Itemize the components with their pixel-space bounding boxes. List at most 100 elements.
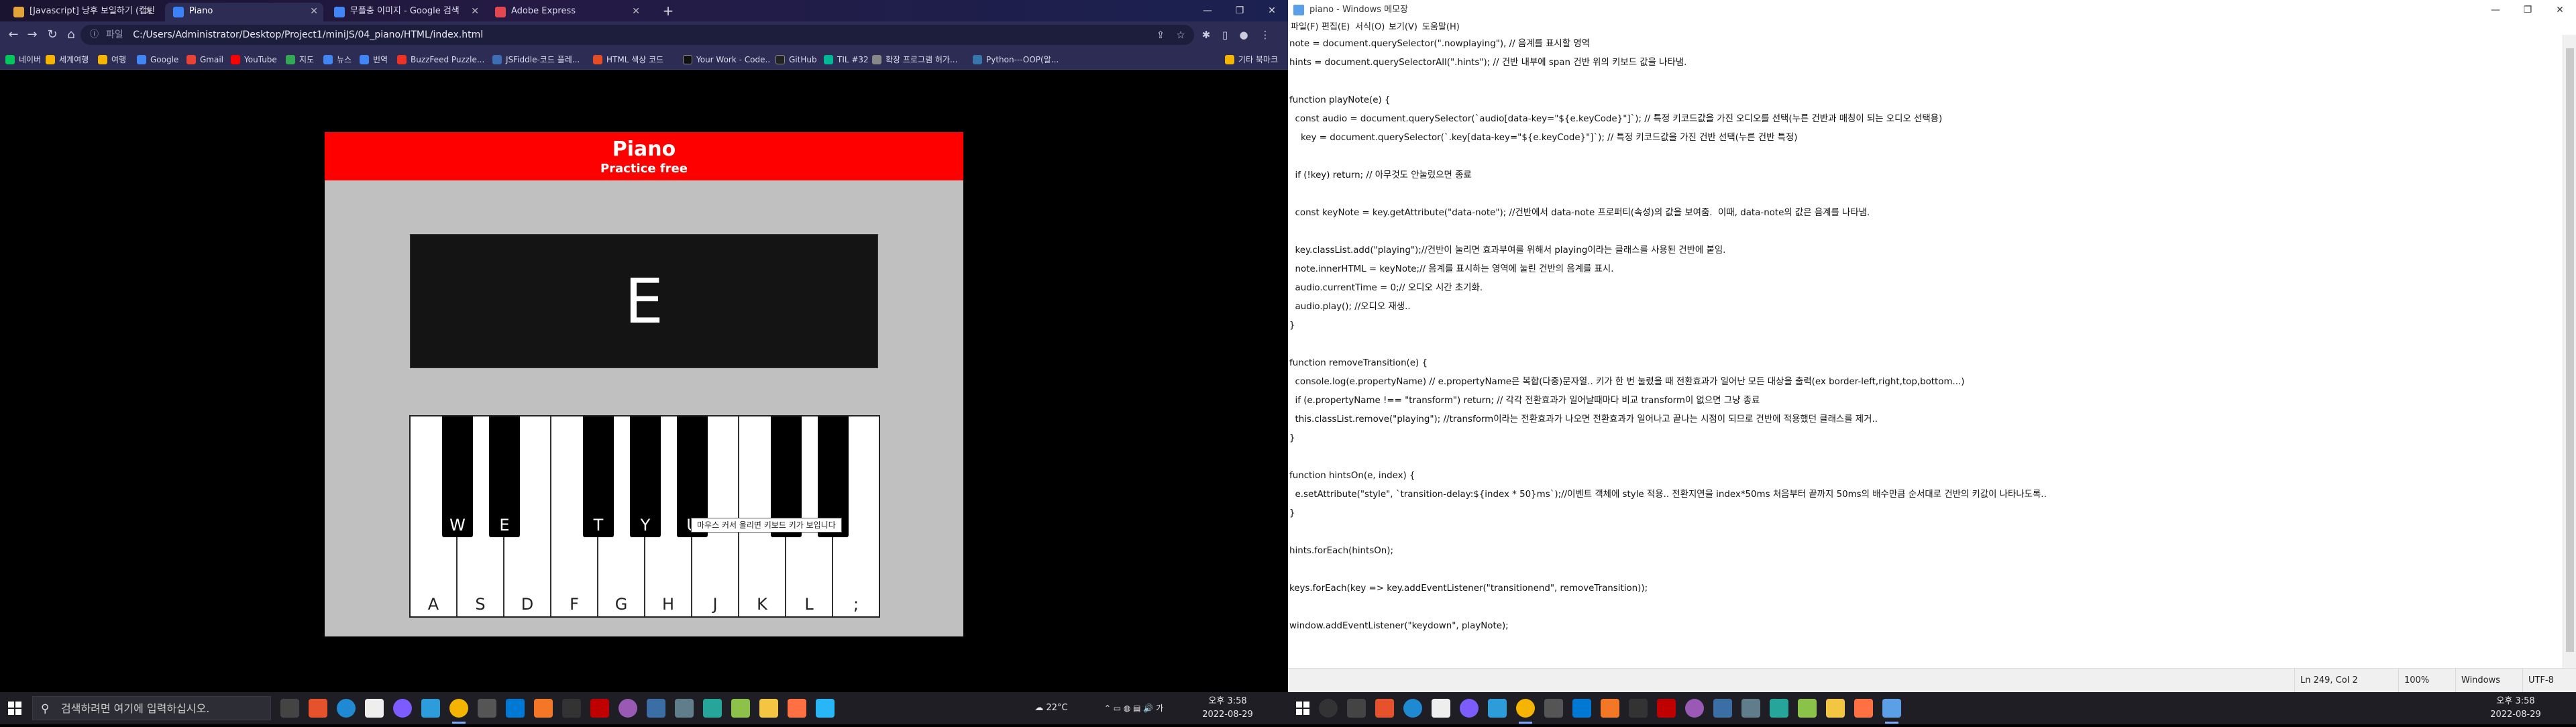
bookmark-item[interactable]: 뉴스 <box>323 54 352 66</box>
windows-start-icon[interactable] <box>8 702 21 715</box>
filezilla-icon[interactable] <box>1657 699 1676 718</box>
clock[interactable]: 오후 3:58 2022-08-29 <box>2482 695 2549 727</box>
close-icon[interactable]: ✕ <box>471 3 479 20</box>
menu-edit[interactable]: 편집(E) <box>1322 21 1350 34</box>
bookmark-item[interactable]: Google <box>137 54 178 66</box>
extensions-icon[interactable]: ✱ <box>1198 27 1214 43</box>
black-key[interactable]: T <box>583 416 614 537</box>
search-icon[interactable] <box>1319 699 1338 718</box>
close-icon[interactable]: ✕ <box>310 3 318 20</box>
tab-google-search[interactable]: 무플충 이미지 - Google 검색 ✕ <box>326 3 484 21</box>
app-icon[interactable] <box>647 699 665 718</box>
menu-view[interactable]: 보기(V) <box>1389 21 1417 34</box>
app-icon[interactable] <box>816 699 835 718</box>
other-bookmarks[interactable]: 기타 북마크 <box>1225 54 1278 66</box>
app-icon[interactable] <box>1854 699 1873 718</box>
app-icon[interactable] <box>365 699 384 718</box>
app-icon[interactable] <box>421 699 440 718</box>
app-icon[interactable] <box>478 699 496 718</box>
app-icon[interactable] <box>1770 699 1788 718</box>
edge-icon[interactable] <box>337 699 356 718</box>
app-icon[interactable] <box>1432 699 1450 718</box>
filezilla-icon[interactable] <box>590 699 609 718</box>
address-bar[interactable]: ⓘ 파일 C:/Users/Administrator/Desktop/Proj… <box>80 25 1194 45</box>
bookmark-item[interactable]: YouTube <box>231 54 277 66</box>
menu-icon[interactable]: ⋮ <box>1257 27 1273 43</box>
app-icon[interactable] <box>788 699 806 718</box>
app-icon[interactable] <box>1488 699 1507 718</box>
window-close-button[interactable]: ✕ <box>1256 0 1288 21</box>
app-icon[interactable] <box>1544 699 1563 718</box>
profile-icon[interactable]: ● <box>1236 27 1252 43</box>
bookmark-item[interactable]: Python---OOP(알... <box>973 54 1067 66</box>
bookmark-item[interactable]: 네이버 <box>5 54 41 66</box>
notepad-taskbar-icon[interactable] <box>1882 699 1901 724</box>
bookmark-item[interactable]: 지도 <box>286 54 314 66</box>
bookmark-item[interactable]: BuzzFeed Puzzle... <box>397 54 484 66</box>
app-icon[interactable] <box>1741 699 1760 718</box>
bookmark-star-icon[interactable]: ☆ <box>1173 27 1189 43</box>
maximize-button[interactable]: ❐ <box>1224 0 1256 21</box>
vertical-scrollbar[interactable] <box>2563 35 2576 668</box>
taskbar-search[interactable]: ⚲ 검색하려면 여기에 입력하십시오. <box>32 696 271 720</box>
share-icon[interactable]: ⇪ <box>1152 27 1169 43</box>
vscode-icon[interactable] <box>506 699 525 718</box>
scrollbar-thumb[interactable] <box>2566 48 2574 652</box>
clock[interactable]: 오후 3:58 2022-08-29 <box>1194 695 1261 727</box>
app-icon[interactable] <box>1798 699 1817 718</box>
app-icon[interactable] <box>731 699 750 718</box>
bookmark-item[interactable]: Gmail <box>186 54 223 66</box>
menu-format[interactable]: 서식(O) <box>1355 21 1385 34</box>
bookmark-item[interactable]: Your Work - Code... <box>683 54 770 66</box>
chrome-icon[interactable] <box>449 699 468 724</box>
back-button[interactable]: ← <box>4 27 23 43</box>
app-icon[interactable] <box>1685 699 1704 718</box>
black-key[interactable]: Y <box>630 416 661 537</box>
new-tab-button[interactable]: + <box>659 3 678 20</box>
bookmark-item[interactable]: GitHub <box>775 54 817 66</box>
bookmark-item[interactable]: 세계여행 <box>46 54 89 66</box>
bookmark-item[interactable]: 번역 <box>360 54 388 66</box>
terminal-icon[interactable] <box>562 699 581 718</box>
sidebar-icon[interactable]: ▯ <box>1217 27 1233 43</box>
app-icon[interactable] <box>1601 699 1619 718</box>
edge-icon[interactable] <box>1403 699 1422 718</box>
maximize-button[interactable]: ❐ <box>2512 0 2544 20</box>
tab-piano[interactable]: Piano ✕ <box>165 3 323 21</box>
reload-button[interactable]: ↻ <box>43 27 62 43</box>
home-button[interactable]: ⌂ <box>62 27 80 43</box>
notepad-editor[interactable]: note = document.querySelector(".nowplayi… <box>1288 35 2563 668</box>
folder-icon[interactable] <box>1826 699 1845 718</box>
task-view-icon[interactable] <box>280 699 299 718</box>
menu-file[interactable]: 파일(F) <box>1291 21 1319 34</box>
bookmark-item[interactable]: JSFiddle-코드 플레... <box>492 54 586 66</box>
close-icon[interactable]: ✕ <box>145 3 153 20</box>
chrome-icon[interactable] <box>1516 699 1535 724</box>
bookmark-item[interactable]: 확장 프로그램 허가... <box>872 54 966 66</box>
bookmark-item[interactable]: HTML 색상 코드 <box>593 54 680 66</box>
app-icon[interactable] <box>675 699 694 718</box>
app-icon[interactable] <box>703 699 722 718</box>
windows-start-icon[interactable] <box>1296 702 1309 715</box>
close-icon[interactable]: ✕ <box>632 3 640 20</box>
bookmark-item[interactable]: TIL #32 <box>824 54 869 66</box>
app-icon[interactable] <box>619 699 637 718</box>
app-icon[interactable] <box>1713 699 1732 718</box>
window-close-button[interactable]: ✕ <box>2544 0 2576 20</box>
app-icon[interactable] <box>393 699 412 718</box>
black-key[interactable]: E <box>489 416 520 537</box>
vscode-icon[interactable] <box>1572 699 1591 718</box>
app-icon[interactable] <box>309 699 327 718</box>
minimize-button[interactable]: — <box>2479 0 2512 20</box>
menu-help[interactable]: 도움말(H) <box>1422 21 1460 34</box>
bookmark-item[interactable]: 여행 <box>98 54 126 66</box>
black-key[interactable]: W <box>442 416 473 537</box>
app-icon[interactable] <box>1375 699 1394 718</box>
task-view-icon[interactable] <box>1347 699 1366 718</box>
tray-icons[interactable]: ⌃ ▭ ◍ ▤ 🔊 가 <box>1080 692 1187 724</box>
folder-icon[interactable] <box>759 699 778 718</box>
app-icon[interactable] <box>534 699 553 718</box>
tab-javascript[interactable]: [Javascript] 낭후 보일하기 (캡틴 ✕ <box>5 3 158 21</box>
minimize-button[interactable]: — <box>1191 0 1224 21</box>
forward-button[interactable]: → <box>23 27 42 43</box>
